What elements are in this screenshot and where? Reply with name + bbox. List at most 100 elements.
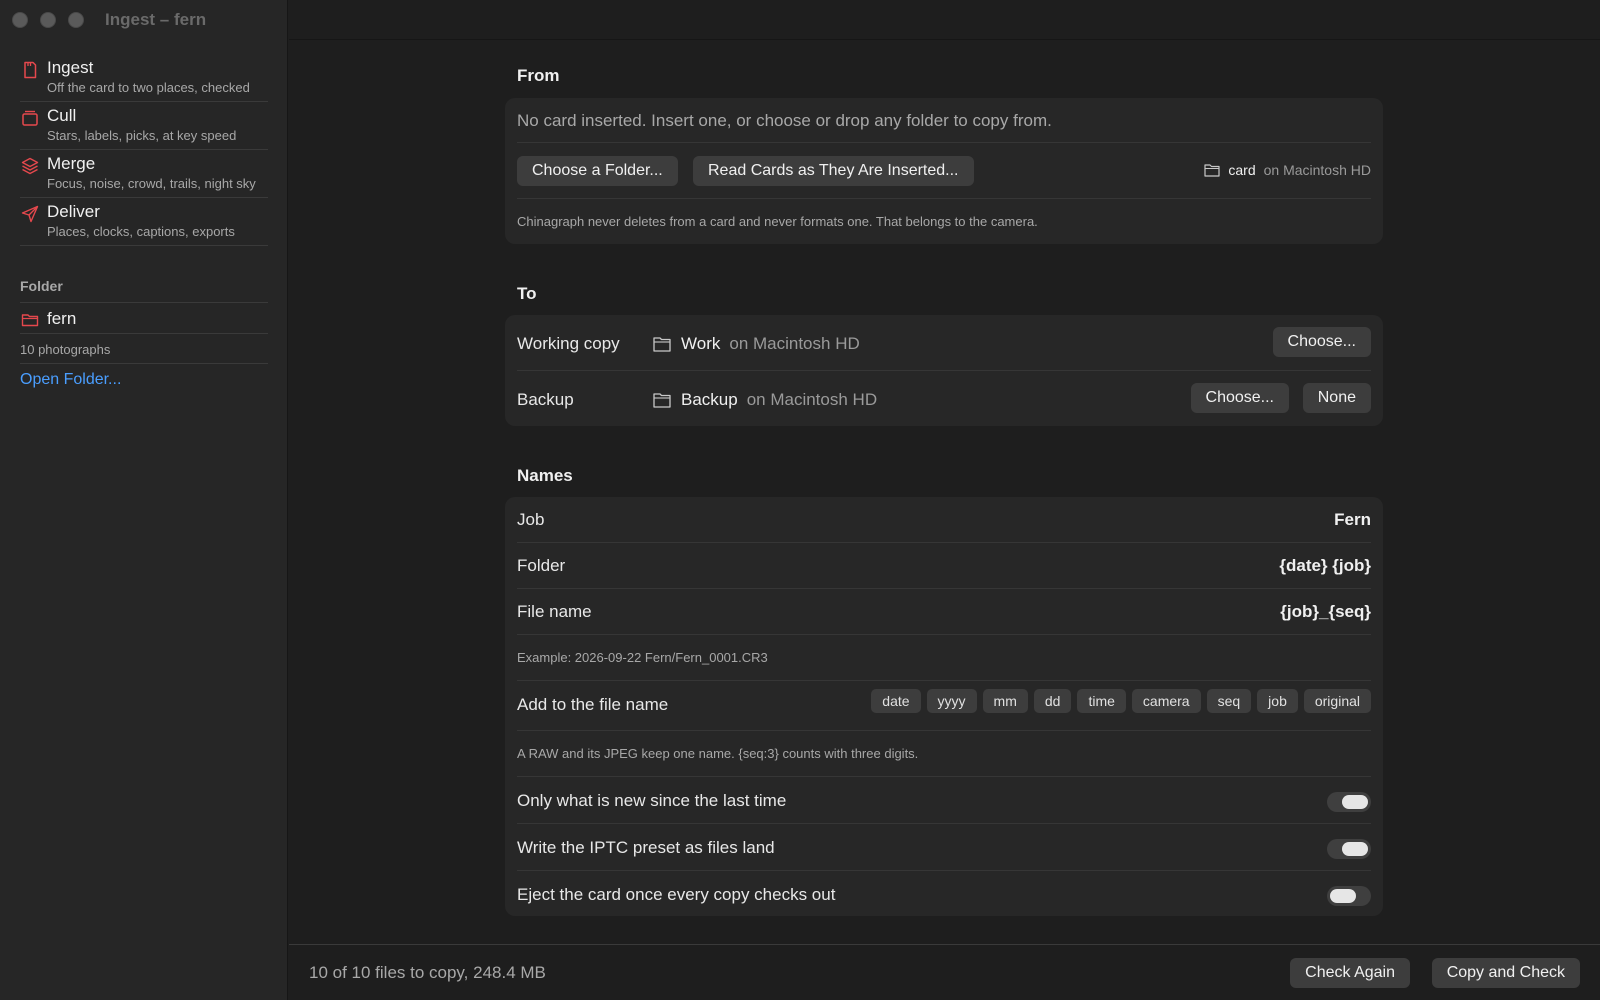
sidebar-item-label: Merge xyxy=(47,154,96,173)
example-note: Example: 2026-09-22 Fern/Fern_0001.CR3 xyxy=(517,650,768,665)
sidebar-item-label: Deliver xyxy=(47,202,100,221)
source-volume: on Macintosh HD xyxy=(1263,162,1371,178)
sidebar: Ingest – fern Ingest Off the card to two… xyxy=(0,0,288,1000)
folder-icon xyxy=(21,314,39,327)
divider xyxy=(20,333,268,334)
divider xyxy=(20,363,268,364)
title-bar: Ingest – fern xyxy=(0,0,288,40)
sidebar-item-label: Cull xyxy=(47,106,77,125)
backup-folder: Backup xyxy=(681,390,738,409)
sd-card-icon xyxy=(24,61,37,79)
folder-icon xyxy=(653,393,671,408)
zoom-window-button[interactable] xyxy=(68,12,84,28)
read-cards-button[interactable]: Read Cards as They Are Inserted... xyxy=(693,156,974,186)
copy-and-check-button[interactable]: Copy and Check xyxy=(1431,958,1580,988)
window-title: Ingest – fern xyxy=(105,10,207,29)
sidebar-item-ingest[interactable]: Ingest Off the card to two places, check… xyxy=(20,58,268,102)
divider xyxy=(517,680,1371,681)
divider xyxy=(517,730,1371,731)
to-heading: To xyxy=(517,284,537,303)
add-token-label: Add to the file name xyxy=(517,695,669,714)
sidebar-item-subtitle: Stars, labels, picks, at key speed xyxy=(47,128,237,143)
working-copy-destination: Work on Macintosh HD xyxy=(653,334,860,354)
copy-status: 10 of 10 files to copy, 248.4 MB xyxy=(309,963,546,982)
check-again-button[interactable]: Check Again xyxy=(1290,958,1410,988)
token-time[interactable]: time xyxy=(1077,689,1126,713)
from-group: No card inserted. Insert one, or choose … xyxy=(505,98,1383,244)
working-copy-volume: on Macintosh HD xyxy=(729,334,860,353)
working-copy-choose-button[interactable]: Choose... xyxy=(1272,327,1371,357)
sidebar-item-deliver[interactable]: Deliver Places, clocks, captions, export… xyxy=(20,202,268,246)
job-field[interactable]: Fern xyxy=(1334,510,1371,530)
sidebar-item-cull[interactable]: Cull Stars, labels, picks, at key speed xyxy=(20,106,268,150)
iptc-preset-toggle[interactable] xyxy=(1327,839,1371,859)
from-heading: From xyxy=(517,66,560,85)
names-heading: Names xyxy=(517,466,573,485)
sidebar-item-merge[interactable]: Merge Focus, noise, crowd, trails, night… xyxy=(20,154,268,198)
divider xyxy=(517,634,1371,635)
layers-icon xyxy=(21,157,39,175)
divider xyxy=(517,198,1371,199)
new-only-toggle[interactable] xyxy=(1327,792,1371,812)
divider xyxy=(20,302,268,303)
working-copy-label: Working copy xyxy=(517,334,620,353)
token-date[interactable]: date xyxy=(871,689,921,713)
token-original[interactable]: original xyxy=(1303,689,1371,713)
divider xyxy=(517,823,1371,824)
sidebar-item-subtitle: Off the card to two places, checked xyxy=(47,80,250,95)
backup-label: Backup xyxy=(517,390,574,409)
toolbar xyxy=(289,0,1600,40)
divider xyxy=(517,870,1371,871)
folder-icon xyxy=(1204,164,1220,177)
folder-icon xyxy=(653,337,671,352)
sidebar-item-label: Ingest xyxy=(47,58,94,77)
toggle-label: Only what is new since the last time xyxy=(517,791,787,810)
file-name-field[interactable]: {job}_{seq} xyxy=(1280,602,1371,622)
source-location: card on Macintosh HD xyxy=(1204,162,1371,178)
toggle-knob xyxy=(1330,889,1356,903)
eject-card-toggle[interactable] xyxy=(1327,886,1371,906)
folder-name: fern xyxy=(47,309,77,328)
raw-note: A RAW and its JPEG keep one name. {seq:3… xyxy=(517,746,919,761)
divider xyxy=(517,142,1371,143)
toggle-label: Eject the card once every copy checks ou… xyxy=(517,885,836,904)
source-name: card xyxy=(1228,162,1256,178)
token-yyyy[interactable]: yyyy xyxy=(926,689,977,713)
open-folder-link[interactable]: Open Folder... xyxy=(20,371,121,389)
divider xyxy=(517,370,1371,371)
sidebar-folder-fern[interactable]: fern xyxy=(20,308,268,334)
token-dd[interactable]: dd xyxy=(1033,689,1072,713)
close-window-button[interactable] xyxy=(12,12,28,28)
backup-none-button[interactable]: None xyxy=(1302,383,1371,413)
token-list: date yyyy mm dd time camera seq job orig… xyxy=(865,689,1371,713)
job-label: Job xyxy=(517,510,545,529)
stack-icon xyxy=(22,110,38,126)
divider xyxy=(517,542,1371,543)
token-job[interactable]: job xyxy=(1257,689,1298,713)
sidebar-item-subtitle: Focus, noise, crowd, trails, night sky xyxy=(47,176,256,191)
backup-destination: Backup on Macintosh HD xyxy=(653,390,877,410)
folder-pattern-label: Folder xyxy=(517,556,566,575)
divider xyxy=(517,588,1371,589)
choose-folder-button[interactable]: Choose a Folder... xyxy=(517,156,678,186)
to-group: Working copy Work on Macintosh HD Choose… xyxy=(505,315,1383,426)
sidebar-item-subtitle: Places, clocks, captions, exports xyxy=(47,224,235,239)
token-seq[interactable]: seq xyxy=(1206,689,1252,713)
minimize-window-button[interactable] xyxy=(40,12,56,28)
names-group: Job Fern Folder {date} {job} File name {… xyxy=(505,497,1383,916)
toggle-knob xyxy=(1342,795,1368,809)
token-mm[interactable]: mm xyxy=(982,689,1028,713)
from-note: Chinagraph never deletes from a card and… xyxy=(517,214,1038,229)
status-bar: 10 of 10 files to copy, 248.4 MB Check A… xyxy=(289,944,1600,1000)
folder-pattern-field[interactable]: {date} {job} xyxy=(1279,556,1371,576)
token-camera[interactable]: camera xyxy=(1131,689,1201,713)
toggle-label: Write the IPTC preset as files land xyxy=(517,838,775,857)
photo-count: 10 photographs xyxy=(20,342,111,357)
file-name-label: File name xyxy=(517,602,592,621)
backup-volume: on Macintosh HD xyxy=(746,390,878,409)
working-copy-folder: Work xyxy=(681,334,721,353)
toggle-knob xyxy=(1342,842,1368,856)
send-icon xyxy=(21,205,39,223)
backup-choose-button[interactable]: Choose... xyxy=(1190,383,1289,413)
divider xyxy=(517,776,1371,777)
